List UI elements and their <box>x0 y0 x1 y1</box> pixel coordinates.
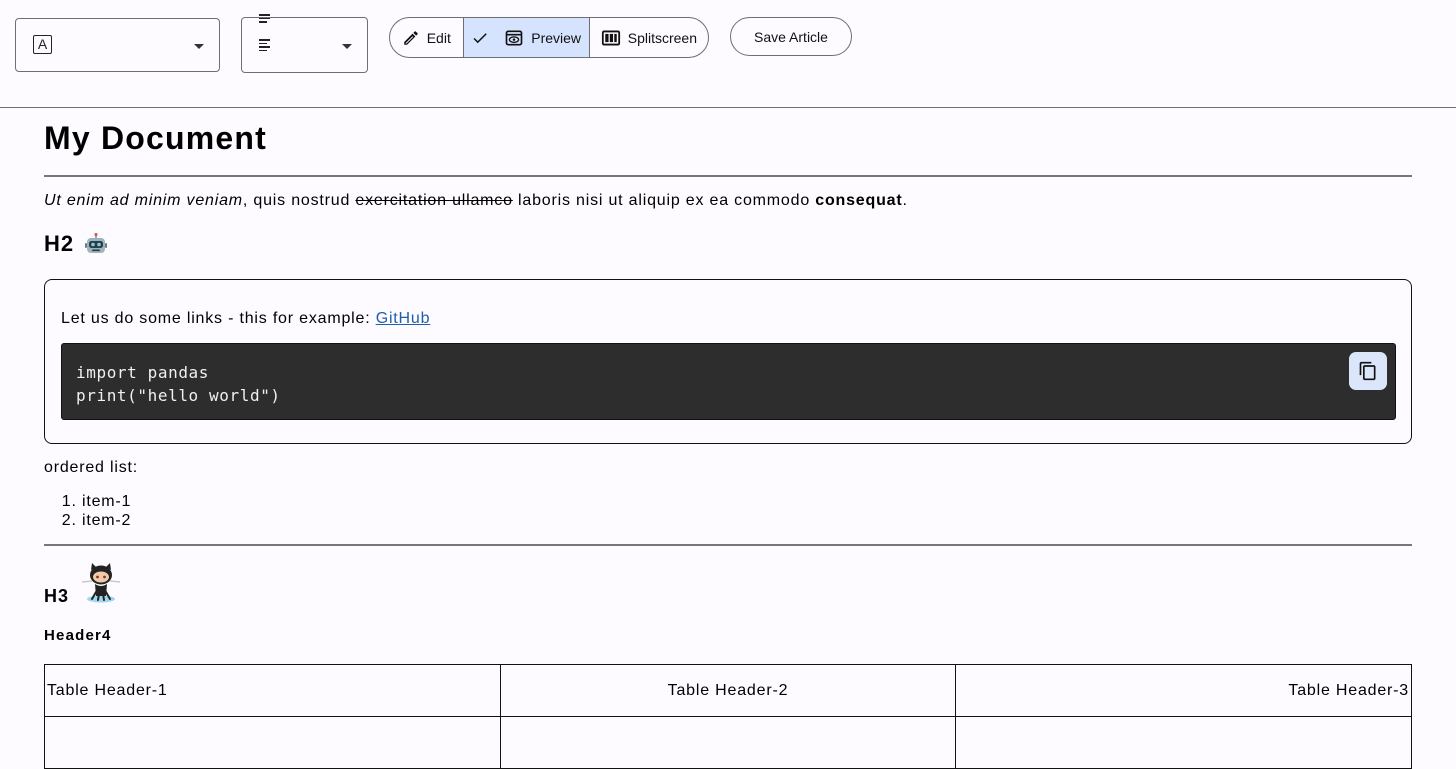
italic-text: Ut enim ad minim veniam <box>44 192 243 209</box>
align-select[interactable] <box>241 14 368 73</box>
table-header-cell: Table Header-2 <box>499 664 957 717</box>
octocat-icon <box>81 563 121 603</box>
splitscreen-icon <box>601 30 620 45</box>
copy-code-button[interactable] <box>1349 352 1387 390</box>
table-row <box>44 716 1412 769</box>
heading-4: Header4 <box>44 627 112 644</box>
chevron-down-icon <box>342 44 352 49</box>
callout-box: Let us do some links - this for example:… <box>44 279 1412 444</box>
github-link[interactable]: GitHub <box>376 310 431 327</box>
font-select[interactable]: A <box>15 18 220 72</box>
splitscreen-mode-button[interactable]: Splitscreen <box>590 18 708 57</box>
plain-text: laboris nisi ut aliquip ex ea commodo <box>512 192 816 209</box>
chevron-down-icon <box>194 44 204 49</box>
edit-label: Edit <box>426 29 451 46</box>
view-mode-toggle: Edit Preview Splitscreen <box>389 17 709 58</box>
document-title: My Document <box>44 120 267 156</box>
pencil-icon <box>403 30 418 45</box>
bold-text: consequat <box>815 192 903 209</box>
plain-text: . <box>902 192 908 209</box>
list-item: item-2 <box>82 511 131 530</box>
save-article-button[interactable]: Save Article <box>730 17 852 56</box>
heading-2: H2 <box>44 231 108 257</box>
plain-text: , quis nostrud <box>242 192 356 209</box>
table-cell <box>44 716 501 769</box>
callout-text: Let us do some links - this for example:… <box>61 310 430 328</box>
check-icon <box>473 32 487 43</box>
code-line: print("hello world") <box>76 386 281 405</box>
align-justify-icon <box>259 14 270 25</box>
edit-mode-button[interactable]: Edit <box>390 18 464 57</box>
robot-icon <box>85 232 108 253</box>
preview-mode-button[interactable]: Preview <box>463 18 590 57</box>
code-block: import pandas print("hello world") <box>61 343 1396 420</box>
data-table: Table Header-1 Table Header-2 Table Head… <box>44 664 1412 769</box>
align-left-icon <box>259 39 270 53</box>
ordered-list: item-1 item-2 <box>44 492 131 530</box>
list-item: item-1 <box>82 492 131 511</box>
table-header-cell: Table Header-1 <box>44 664 501 717</box>
callout-text-body: Let us do some links - this for example: <box>61 310 376 327</box>
editor-toolbar: A Edit Preview Splitscreen Save Article <box>0 0 1456 108</box>
heading-3: H3 <box>44 586 70 606</box>
heading-2-text: H2 <box>44 231 75 256</box>
table-header-cell: Table Header-3 <box>955 664 1412 717</box>
preview-eye-icon <box>505 30 523 45</box>
preview-label: Preview <box>531 29 582 46</box>
table-cell <box>499 716 957 769</box>
divider <box>44 544 1412 546</box>
copy-icon <box>1359 361 1376 381</box>
splitscreen-label: Splitscreen <box>627 29 697 46</box>
table-header-row: Table Header-1 Table Header-2 Table Head… <box>44 664 1412 717</box>
divider <box>44 175 1412 177</box>
code-line: import pandas <box>76 363 210 382</box>
strikethrough-text: exercitation ullamco <box>355 192 513 209</box>
list-intro: ordered list: <box>44 459 138 476</box>
paragraph: Ut enim ad minim veniam, quis nostrud ex… <box>44 192 908 210</box>
text-font-icon: A <box>33 35 52 54</box>
table-cell <box>955 716 1412 769</box>
